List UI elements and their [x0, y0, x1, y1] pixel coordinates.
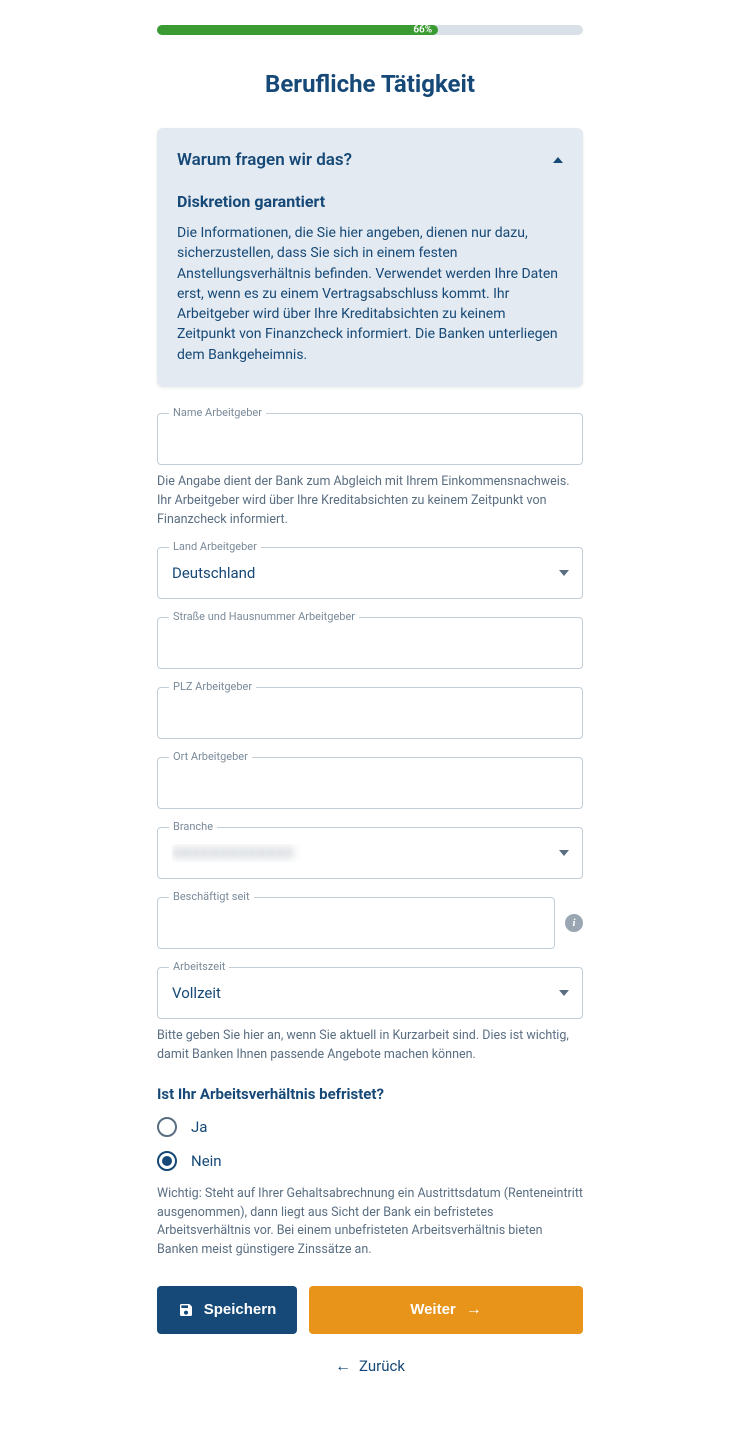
info-box-subheader: Diskretion garantiert — [177, 192, 563, 211]
radio-yes-label: Ja — [191, 1118, 207, 1136]
radio-no-label: Nein — [191, 1152, 222, 1170]
employer-country-select[interactable]: Deutschland — [157, 547, 583, 599]
arrow-left-icon: ← — [335, 1356, 351, 1376]
employer-name-input[interactable] — [157, 413, 583, 465]
next-button-label: Weiter — [410, 1301, 456, 1318]
employed-since-label: Beschäftigt seit — [169, 890, 254, 903]
fixed-term-help: Wichtig: Steht auf Ihrer Gehaltsabrechnu… — [157, 1185, 583, 1260]
work-time-help: Bitte geben Sie hier an, wenn Sie aktuel… — [157, 1027, 583, 1065]
employer-name-help: Die Angabe dient der Bank zum Abgleich m… — [157, 473, 583, 529]
work-time-label: Arbeitszeit — [169, 960, 229, 973]
back-link[interactable]: ← Zurück — [157, 1356, 583, 1376]
radio-icon — [157, 1151, 177, 1171]
progress-percent: 66% — [413, 25, 432, 36]
info-box-header: Warum fragen wir das? — [177, 150, 352, 170]
branch-label: Branche — [169, 820, 217, 833]
employed-since-input[interactable] — [157, 897, 555, 949]
radio-yes[interactable]: Ja — [157, 1117, 583, 1137]
employer-street-input[interactable] — [157, 617, 583, 669]
employer-street-label: Straße und Hausnummer Arbeitgeber — [169, 610, 359, 623]
radio-no[interactable]: Nein — [157, 1151, 583, 1171]
info-box-toggle[interactable]: Warum fragen wir das? — [177, 150, 563, 170]
branch-select[interactable]: XXXXXXXXXXXXX — [157, 827, 583, 879]
progress-bar: 66% — [157, 25, 583, 35]
info-icon[interactable]: i — [565, 914, 583, 932]
employer-city-label: Ort Arbeitgeber — [169, 750, 252, 763]
back-link-label: Zurück — [359, 1357, 405, 1375]
employer-zip-label: PLZ Arbeitgeber — [169, 680, 256, 693]
info-box: Warum fragen wir das? Diskretion garanti… — [157, 128, 583, 387]
employer-zip-input[interactable] — [157, 687, 583, 739]
employer-country-label: Land Arbeitgeber — [169, 540, 261, 553]
employer-name-label: Name Arbeitgeber — [169, 406, 266, 419]
work-time-select[interactable]: Vollzeit — [157, 967, 583, 1019]
progress-fill: 66% — [157, 25, 438, 35]
arrow-right-icon: → — [466, 1301, 482, 1319]
caret-up-icon — [553, 157, 563, 163]
radio-icon — [157, 1117, 177, 1137]
save-icon — [178, 1302, 194, 1318]
employer-city-input[interactable] — [157, 757, 583, 809]
info-box-body: Die Informationen, die Sie hier angeben,… — [177, 223, 563, 365]
page-title: Berufliche Tätigkeit — [157, 70, 583, 98]
fixed-term-question: Ist Ihr Arbeitsverhältnis befristet? — [157, 1085, 583, 1103]
next-button[interactable]: Weiter → — [309, 1286, 583, 1334]
save-button-label: Speichern — [204, 1301, 277, 1318]
save-button[interactable]: Speichern — [157, 1286, 297, 1334]
